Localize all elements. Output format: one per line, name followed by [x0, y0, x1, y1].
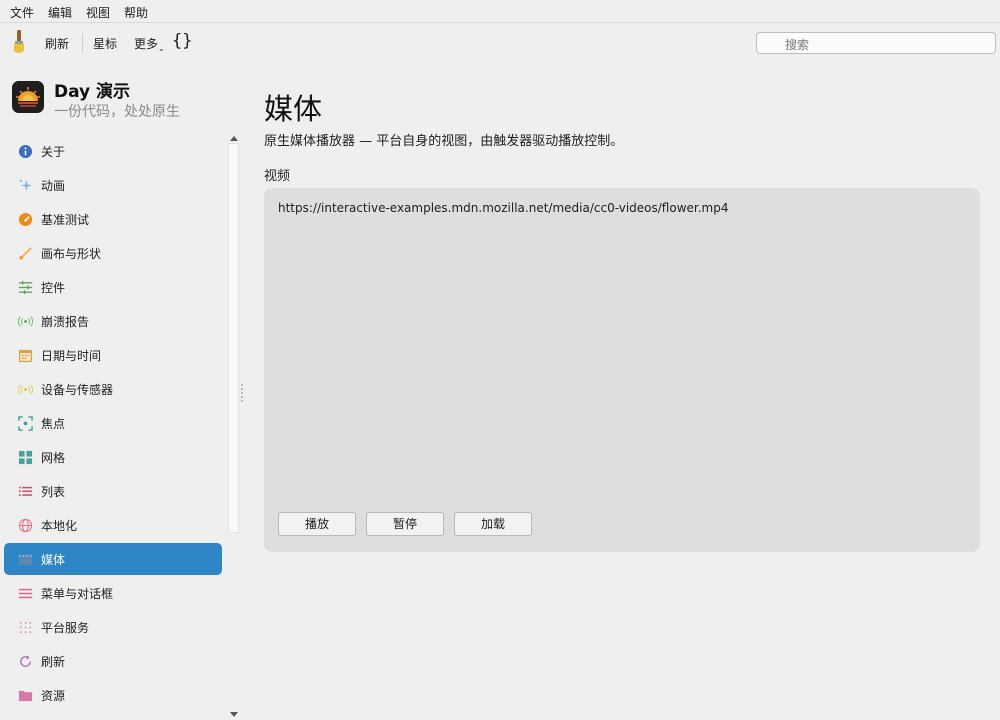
- sidebar-scrollbar[interactable]: [228, 133, 240, 720]
- sparkle-icon: [18, 178, 33, 192]
- video-url: https://interactive-examples.mdn.mozilla…: [278, 201, 729, 215]
- info-icon: [18, 144, 33, 159]
- sidebar-item-canvas[interactable]: 画布与形状: [4, 237, 222, 269]
- scroll-thumb[interactable]: [228, 143, 239, 533]
- grid-icon: [18, 450, 33, 465]
- scroll-down-icon[interactable]: [230, 712, 238, 717]
- focus-icon: [18, 416, 33, 431]
- sidebar-item-label: 基准测试: [41, 213, 90, 227]
- menu-file[interactable]: 文件: [10, 4, 34, 21]
- sliders-icon: [18, 280, 33, 295]
- sidebar-item-label: 菜单与对话框: [41, 587, 114, 601]
- sidebar-item-label: 网格: [41, 451, 66, 465]
- dots-grid-icon: [19, 621, 32, 634]
- sidebar-item-label: 刷新: [41, 655, 66, 669]
- sidebar-item-label: 列表: [41, 485, 66, 499]
- menu-help[interactable]: 帮助: [124, 4, 148, 21]
- video-player-panel[interactable]: https://interactive-examples.mdn.mozilla…: [264, 188, 980, 552]
- list-icon: [18, 486, 33, 496]
- film-icon: [18, 554, 33, 566]
- sidebar-item-localization[interactable]: 本地化: [4, 509, 222, 541]
- gauge-icon: [18, 212, 33, 227]
- sidebar-item-platform-services[interactable]: 平台服务: [4, 611, 222, 643]
- page-title: 媒体: [264, 92, 323, 126]
- refresh-button[interactable]: 刷新: [45, 35, 69, 52]
- sidebar-item-media[interactable]: 媒体: [4, 543, 222, 575]
- toolbar-separator: [82, 33, 83, 53]
- braces-button[interactable]: {}: [172, 31, 192, 51]
- sidebar-item-label: 画布与形状: [41, 247, 102, 261]
- sidebar-item-sensors[interactable]: 设备与传感器: [4, 373, 222, 405]
- sensor-icon: [18, 384, 33, 395]
- sidebar-item-label: 资源: [41, 689, 66, 703]
- folder-icon: [18, 690, 33, 702]
- sidebar-item-label: 本地化: [41, 519, 78, 533]
- calendar-icon: [18, 349, 33, 363]
- menu-bar: 文件 编辑 视图 帮助: [0, 0, 1000, 23]
- sidebar-item-label: 崩溃报告: [41, 315, 90, 329]
- sidebar-item-label: 平台服务: [41, 621, 90, 635]
- chevron-down-icon: ⌄: [158, 44, 165, 53]
- app-subtitle: 一份代码，处处原生: [54, 104, 180, 120]
- play-button[interactable]: 播放: [278, 512, 356, 536]
- video-section-label: 视频: [264, 169, 291, 184]
- refresh-icon: [20, 655, 31, 667]
- menu-edit[interactable]: 编辑: [48, 4, 72, 21]
- sidebar-item-label: 焦点: [41, 417, 66, 431]
- sidebar-item-benchmark[interactable]: 基准测试: [4, 203, 222, 235]
- search-placeholder: 搜索: [785, 38, 810, 52]
- sidebar-item-controls[interactable]: 控件: [4, 271, 222, 303]
- more-label: 更多: [134, 37, 159, 51]
- sidebar-item-grid[interactable]: 网格: [4, 441, 222, 473]
- broadcast-icon: [18, 316, 33, 327]
- app-logo-icon: [12, 81, 44, 113]
- sidebar-item-list[interactable]: 列表: [4, 475, 222, 507]
- menu-view[interactable]: 视图: [86, 4, 110, 21]
- app-title: Day 演示: [54, 82, 131, 102]
- sidebar-item-datetime[interactable]: 日期与时间: [4, 339, 222, 371]
- sidebar-item-crash-report[interactable]: 崩溃报告: [4, 305, 222, 337]
- sidebar-item-focus[interactable]: 焦点: [4, 407, 222, 439]
- sidebar-item-about[interactable]: 关于: [4, 135, 222, 167]
- sidebar-item-label: 设备与传感器: [41, 383, 114, 397]
- toolbar: 刷新 星标 更多⌄ {} 搜索: [0, 23, 1000, 63]
- load-button[interactable]: 加载: [454, 512, 532, 536]
- menu-icon: [18, 588, 33, 599]
- splitter-handle[interactable]: [241, 384, 245, 402]
- sidebar-item-label: 媒体: [41, 553, 66, 567]
- sidebar-item-label: 动画: [41, 179, 66, 193]
- search-input[interactable]: 搜索: [756, 32, 996, 54]
- globe-icon: [18, 518, 33, 533]
- scroll-up-icon[interactable]: [230, 136, 238, 141]
- pause-button[interactable]: 暂停: [366, 512, 444, 536]
- paintbrush-icon[interactable]: [10, 29, 28, 55]
- brush-icon: [19, 247, 32, 260]
- sidebar-item-resources[interactable]: 资源: [4, 679, 222, 711]
- sidebar-item-animation[interactable]: 动画: [4, 169, 222, 201]
- sidebar-item-label: 关于: [41, 145, 66, 159]
- star-button[interactable]: 星标: [93, 35, 117, 52]
- more-button[interactable]: 更多⌄: [134, 35, 165, 53]
- page-description: 原生媒体播放器 — 平台自身的视图，由触发器驱动播放控制。: [264, 134, 624, 149]
- sidebar-item-label: 日期与时间: [41, 349, 102, 363]
- sidebar-item-label: 控件: [41, 281, 66, 295]
- sidebar-item-refresh[interactable]: 刷新: [4, 645, 222, 677]
- sidebar-item-menus-dialogs[interactable]: 菜单与对话框: [4, 577, 222, 609]
